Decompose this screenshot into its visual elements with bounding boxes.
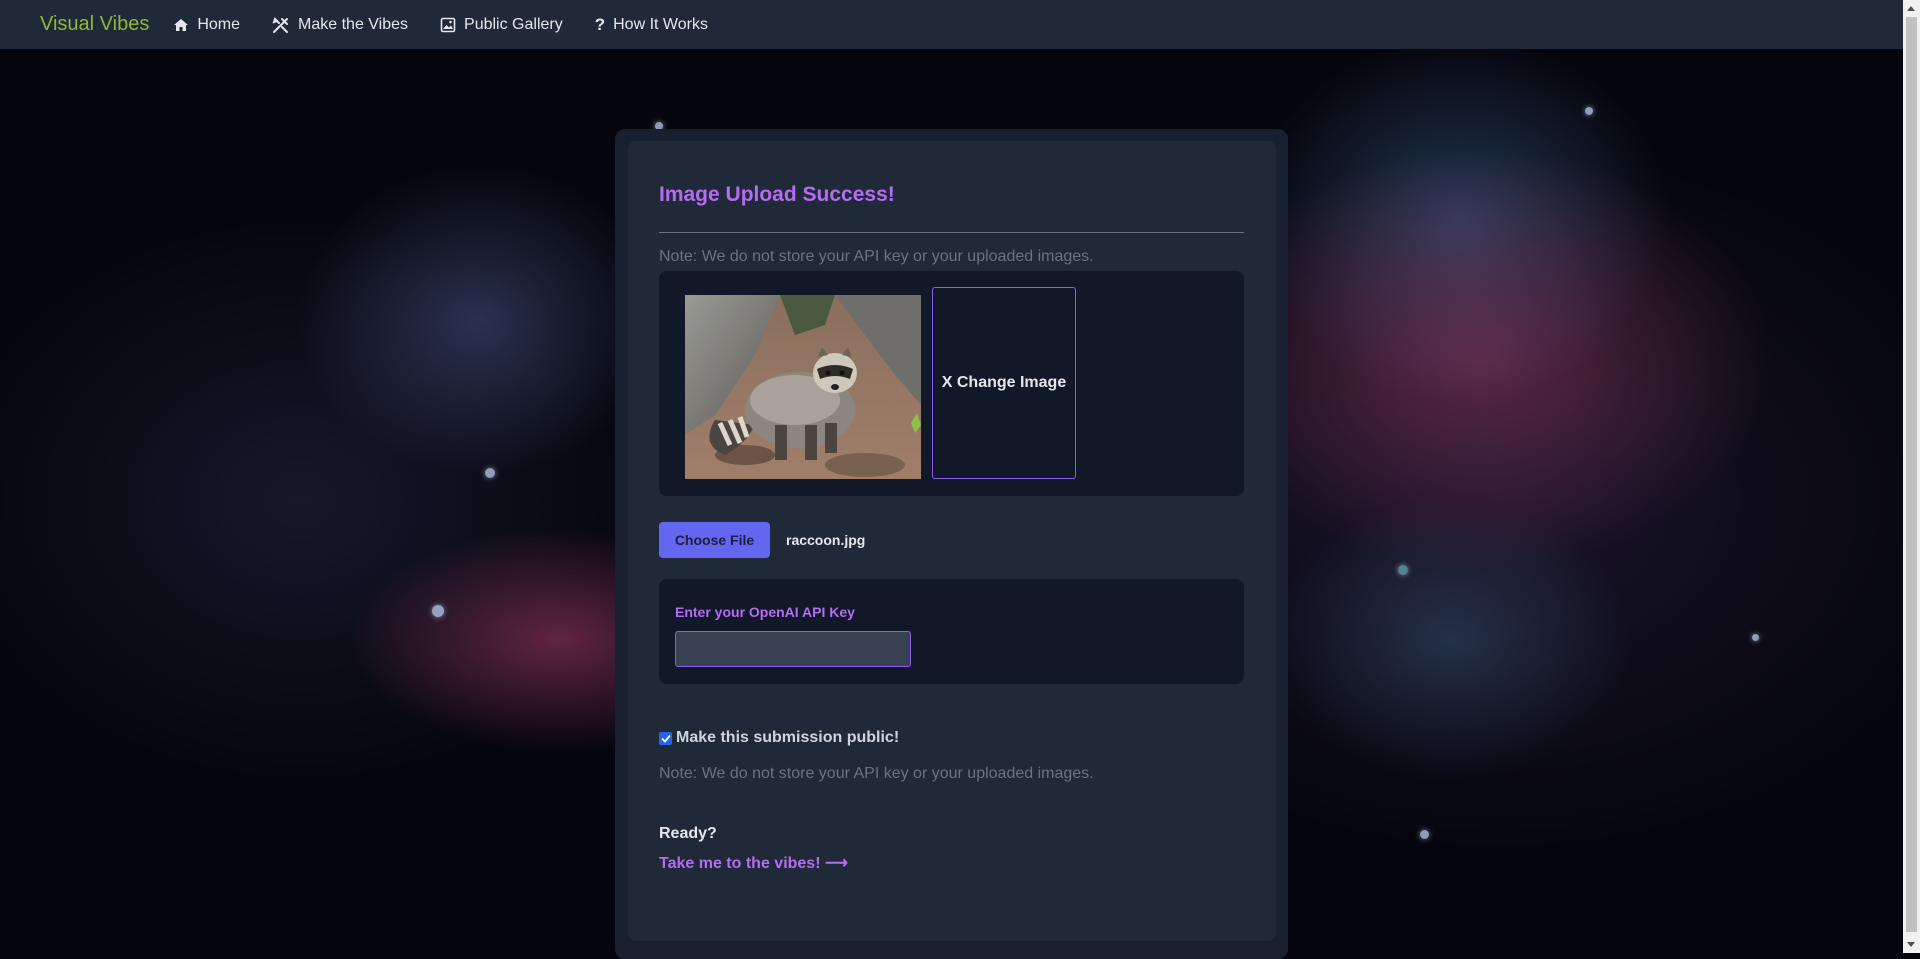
file-chooser: Choose File raccoon.jpg — [659, 522, 865, 558]
api-key-label: Enter your OpenAI API Key — [675, 604, 855, 620]
home-icon — [174, 18, 189, 31]
change-image-button[interactable]: X Change Image — [932, 287, 1076, 479]
nav-how-it-works[interactable]: ? How It Works — [595, 15, 708, 35]
ready-heading: Ready? — [659, 825, 717, 842]
nav-make-the-vibes[interactable]: Make the Vibes — [272, 16, 408, 34]
question-icon: ? — [594, 14, 606, 34]
image-icon — [440, 17, 456, 32]
nav-how-it-works-label: How It Works — [613, 15, 708, 33]
nav-home-label: Home — [197, 15, 241, 33]
scroll-up-arrow[interactable] — [1907, 6, 1915, 11]
nav-make-the-vibes-label: Make the Vibes — [298, 15, 409, 33]
privacy-note-bottom: Note: We do not store your API key or yo… — [659, 765, 1094, 782]
api-key-panel: Enter your OpenAI API Key — [659, 579, 1244, 684]
privacy-note-top: Note: We do not store your API key or yo… — [659, 248, 1094, 265]
checkmark-icon — [660, 734, 671, 743]
scroll-down-arrow[interactable] — [1907, 942, 1915, 947]
public-submission-row: Make this submission public! — [659, 729, 899, 747]
take-me-to-vibes-link[interactable]: Take me to the vibes! ⟶ — [659, 853, 848, 873]
brand-logo-link[interactable]: Visual Vibes — [40, 13, 149, 36]
image-preview-panel: X Change Image — [659, 271, 1244, 496]
choose-file-button[interactable]: Choose File — [659, 522, 770, 558]
public-checkbox-label[interactable]: Make this submission public! — [676, 729, 899, 747]
public-checkbox[interactable] — [659, 731, 672, 745]
top-navbar: Visual Vibes Home Make the Vibes Public … — [0, 0, 1903, 49]
scroll-thumb[interactable] — [1906, 17, 1917, 932]
nav-public-gallery[interactable]: Public Gallery — [440, 16, 563, 34]
divider — [659, 232, 1244, 233]
upload-card: Image Upload Success! Note: We do not st… — [628, 141, 1276, 941]
page-scrollbar[interactable] — [1903, 0, 1920, 953]
tools-icon — [272, 16, 289, 33]
uploaded-raccoon-image — [685, 295, 921, 479]
nav-home[interactable]: Home — [173, 16, 240, 34]
selected-file-name: raccoon.jpg — [786, 532, 866, 548]
page-title: Image Upload Success! — [659, 183, 895, 206]
api-key-input[interactable] — [675, 631, 911, 667]
nav-public-gallery-label: Public Gallery — [464, 15, 563, 33]
